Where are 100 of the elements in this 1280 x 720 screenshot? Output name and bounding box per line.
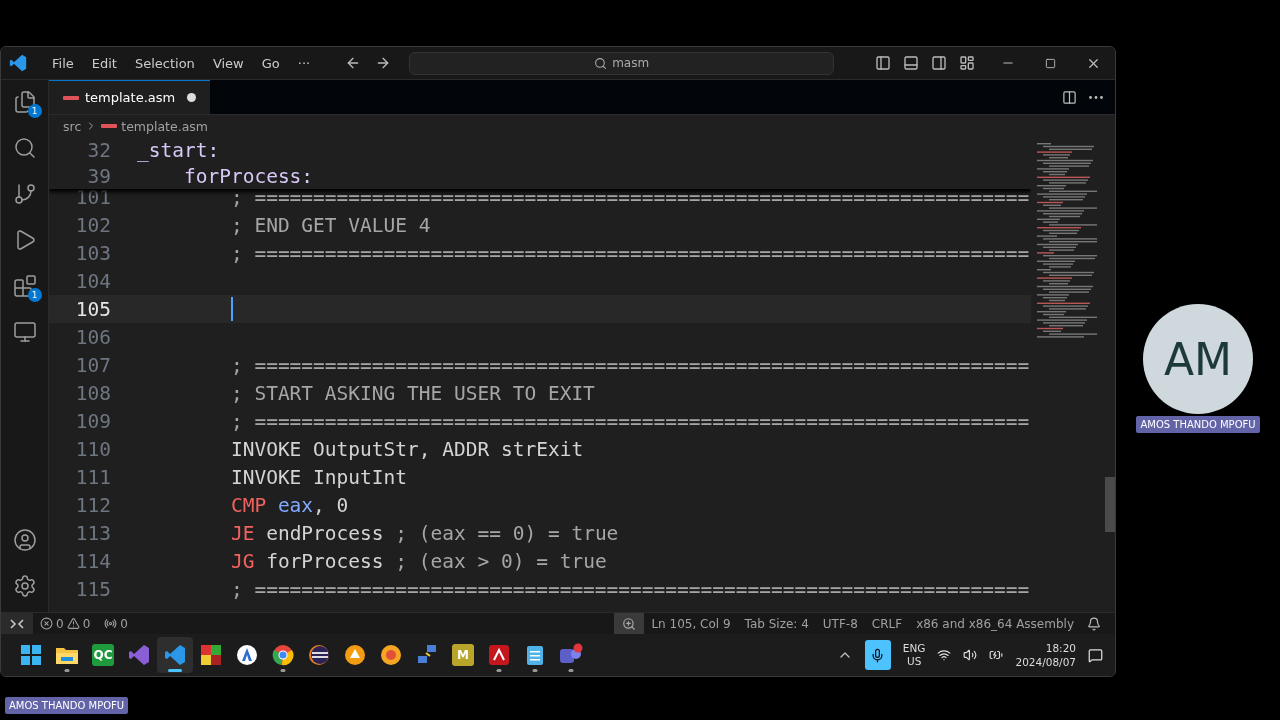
line-number: 110 (74, 437, 111, 461)
extensions-icon (12, 274, 37, 298)
status-item[interactable]: CRLF (864, 616, 910, 631)
line-number: 105 (74, 297, 111, 321)
search-icon (12, 136, 37, 160)
line-number: 107 (74, 353, 111, 377)
code-line: ; ================================================================== (229, 353, 1030, 377)
participant-avatar: AM (1143, 304, 1253, 414)
status-item[interactable]: x86 and x86_64 Assembly (909, 616, 1081, 631)
more-actions-button[interactable] (1089, 95, 1103, 99)
status-item[interactable]: UTF-8 (815, 616, 865, 631)
flower-logo-icon (380, 644, 402, 666)
notification-icon (1088, 647, 1103, 663)
toggle-panel-button[interactable] (903, 55, 919, 71)
warning-icon (66, 617, 80, 630)
monitor-icon (12, 320, 37, 344)
account-icon (12, 528, 37, 552)
line-number: 109 (74, 409, 111, 433)
clock-time[interactable]: 18:20 (1045, 641, 1076, 655)
toggle-sidebar-button[interactable] (875, 55, 891, 71)
line-number: 102 (74, 213, 111, 237)
count-badge: 1 (27, 288, 42, 302)
taskbar-app-button[interactable]: QC (85, 637, 121, 673)
ports-button[interactable]: 0 (97, 616, 135, 631)
code-line: forProcess: (182, 164, 314, 188)
taskbar-app-button[interactable] (157, 637, 193, 673)
code-line: JG forProcess ; (eax > 0) = true (229, 549, 607, 573)
explorer-button[interactable]: 1 (7, 90, 42, 118)
menu-item[interactable]: View (205, 52, 251, 74)
code-line: ; ================================================================== (229, 241, 1030, 265)
layout-button[interactable] (959, 55, 975, 71)
settings-icon (12, 574, 37, 598)
line-number: 112 (74, 493, 111, 517)
battery-icon (989, 648, 1004, 662)
code-line: INVOKE OutputStr, ADDR strExit (229, 437, 584, 461)
extensions-button[interactable]: 1 (7, 274, 42, 302)
breadcrumb-item[interactable]: template.asm (121, 118, 208, 134)
split-editor-button[interactable] (1062, 89, 1077, 105)
code-line: _start: (137, 138, 220, 162)
menu-item[interactable]: ··· (290, 52, 318, 74)
triangle-logo-icon (344, 644, 366, 666)
status-item[interactable]: Tab Size: 4 (737, 616, 816, 631)
vscode-icon (164, 644, 186, 666)
line-number: 115 (74, 577, 111, 601)
zoom-button[interactable] (614, 612, 645, 635)
code-line: ; ================================================================== (229, 577, 1030, 601)
problems-button[interactable]: 0 0 (33, 616, 98, 631)
asm-file-icon (101, 122, 118, 130)
line-number: 111 (74, 465, 111, 489)
notepad-icon (525, 644, 545, 666)
code-line: ; END GET VALUE 4 (229, 213, 431, 237)
code-line: ; ================================================================== (229, 185, 1030, 209)
windows-icon (20, 644, 42, 666)
app-icon: QC (92, 644, 114, 666)
breadcrumb-item[interactable]: src (63, 118, 82, 134)
count-badge: 1 (27, 104, 42, 118)
code-line: CMP eax, 0 (229, 493, 349, 517)
menu-item[interactable]: Selection (127, 52, 202, 74)
code-line: JE endProcess ; (eax == 0) = true (229, 521, 619, 545)
folder-icon (55, 645, 79, 665)
visual-studio-icon (128, 644, 150, 666)
presenter-name-tag: AMOS THANDO MPOFU (5, 697, 129, 714)
editor-tab[interactable]: template.asm (49, 80, 211, 114)
notifications-button[interactable] (1087, 616, 1101, 631)
color-blocks-icon (200, 644, 222, 666)
toggle-secondary-sidebar-button[interactable] (931, 55, 947, 71)
code-line: ; START ASKING THE USER TO EXIT (229, 381, 595, 405)
vscode-logo-icon (9, 54, 27, 72)
line-number: 39 (86, 164, 111, 188)
code-line: INVOKE InputInt (229, 465, 408, 489)
wifi-icon (937, 648, 952, 662)
maximize-button[interactable] (1045, 57, 1056, 69)
status-item[interactable]: Ln 105, Col 9 (644, 616, 738, 631)
scrollbar-thumb[interactable] (1105, 477, 1115, 532)
line-number: 113 (74, 521, 111, 545)
menu-item[interactable]: Go (254, 52, 287, 74)
participant-name-tag: AMOS THANDO MPOFU (1136, 416, 1260, 433)
microphone-button[interactable] (864, 640, 891, 670)
zoom-icon (622, 616, 637, 631)
search-icon (594, 56, 608, 70)
app-icon: M (452, 644, 474, 666)
line-number: 103 (74, 241, 111, 265)
line-number: 32 (86, 138, 111, 162)
source-control-icon (12, 182, 37, 206)
remote-icon (10, 617, 24, 630)
language-indicator[interactable]: ENG (902, 642, 926, 655)
files-icon (12, 90, 37, 114)
menu-item[interactable]: Edit (84, 52, 124, 74)
browser-icon (272, 644, 294, 666)
microphone-icon (870, 647, 886, 663)
code-line: ; ================================================================== (229, 409, 1030, 433)
text-cursor (230, 297, 233, 321)
remote-button[interactable] (1, 612, 33, 635)
region-indicator[interactable]: US (906, 655, 922, 668)
command-search-field[interactable]: masm (409, 51, 835, 75)
line-number: 101 (74, 185, 111, 209)
menu-item[interactable]: File (45, 52, 81, 74)
line-number: 108 (74, 381, 111, 405)
ellipsis-icon (1089, 95, 1103, 99)
clock-date[interactable]: 2024/08/07 (1015, 655, 1076, 669)
